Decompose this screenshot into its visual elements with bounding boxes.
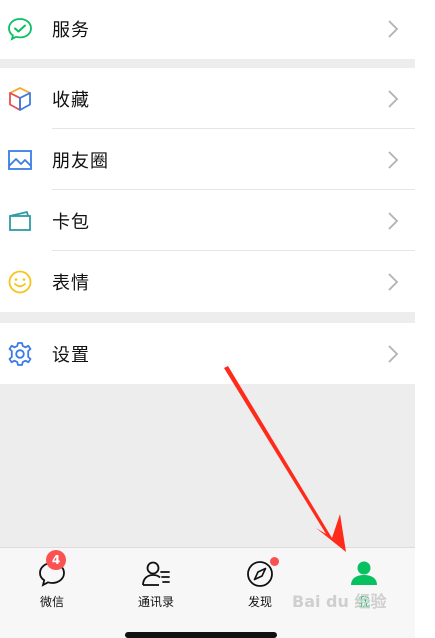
notification-dot xyxy=(270,557,279,566)
menu-item-moments[interactable]: 朋友圈 xyxy=(0,129,415,190)
smiley-icon xyxy=(7,269,33,295)
contacts-person-icon xyxy=(142,561,170,586)
menu-label-moments: 朋友圈 xyxy=(52,150,109,172)
chevron-right-icon xyxy=(388,344,399,363)
tab-chats[interactable]: 4 微信 xyxy=(0,548,104,618)
chevron-right-icon xyxy=(388,272,399,291)
home-indicator xyxy=(125,632,277,638)
tab-label-chats: 微信 xyxy=(39,595,64,609)
menu-item-cards[interactable]: 卡包 xyxy=(0,190,415,251)
group-features: 收藏 朋友圈 卡包 表情 xyxy=(0,68,415,312)
screen: 服务 收藏 朋友圈 卡包 表情 设置 4 微信 通讯录 发现 我 Bai du … xyxy=(0,0,415,638)
group-settings: 设置 xyxy=(0,323,415,384)
chevron-right-icon xyxy=(388,19,399,38)
menu-label-favorites: 收藏 xyxy=(52,89,90,111)
chevron-right-icon xyxy=(388,150,399,169)
menu-item-service[interactable]: 服务 xyxy=(0,0,415,59)
menu-item-settings[interactable]: 设置 xyxy=(0,323,415,384)
tab-label-contacts: 通讯录 xyxy=(137,595,174,609)
tab-contacts[interactable]: 通讯录 xyxy=(104,548,208,618)
gear-icon xyxy=(7,341,33,367)
favorites-cube-icon xyxy=(7,86,33,112)
right-margin xyxy=(415,0,435,638)
service-icon xyxy=(7,16,33,42)
chevron-right-icon xyxy=(388,89,399,108)
chevron-right-icon xyxy=(388,211,399,230)
menu-label-settings: 设置 xyxy=(52,344,90,366)
menu-item-favorites[interactable]: 收藏 xyxy=(0,68,415,129)
group-service: 服务 xyxy=(0,0,415,59)
baidu-watermark: Bai du 经验 xyxy=(292,592,387,611)
card-wallet-icon xyxy=(7,208,33,234)
me-person-icon xyxy=(351,561,377,585)
menu-label-service: 服务 xyxy=(52,19,90,41)
moments-picture-icon xyxy=(7,147,33,173)
menu-label-stickers: 表情 xyxy=(52,272,90,294)
menu-item-stickers[interactable]: 表情 xyxy=(0,251,415,312)
menu-label-cards: 卡包 xyxy=(52,211,90,233)
unread-badge: 4 xyxy=(46,550,66,570)
